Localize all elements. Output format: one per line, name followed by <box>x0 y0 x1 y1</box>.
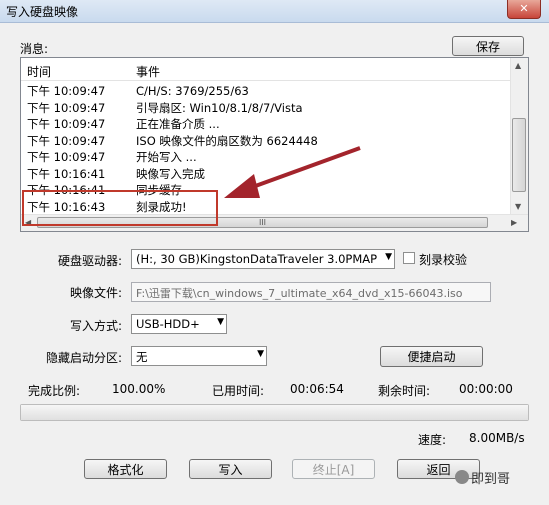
chevron-down-icon: ▼ <box>385 252 392 262</box>
watermark-text: 即到哥 <box>471 472 511 487</box>
drive-select[interactable]: (H:, 30 GB)KingstonDataTraveler 3.0PMAP … <box>131 249 395 269</box>
hidden-partition-label: 隐藏启动分区: <box>46 351 123 365</box>
remaining-label: 剩余时间: <box>378 384 431 398</box>
scroll-up-icon[interactable]: ▲ <box>515 61 521 70</box>
annotation-highlight-box <box>22 190 218 226</box>
scroll-right-icon[interactable]: ▶ <box>511 218 517 227</box>
write-button[interactable]: 写入 <box>189 459 272 479</box>
write-method-label: 写入方式: <box>70 319 123 333</box>
verify-checkbox[interactable] <box>403 252 415 264</box>
remaining-value: 00:00:00 <box>459 382 513 396</box>
chevron-down-icon: ▼ <box>217 317 224 327</box>
close-icon[interactable]: ✕ <box>507 0 541 19</box>
write-method-value: USB-HDD+ <box>136 317 200 331</box>
ratio-value: 100.00% <box>112 382 166 396</box>
chevron-down-icon: ▼ <box>257 349 264 359</box>
image-file-label: 映像文件: <box>70 286 123 300</box>
hidden-partition-select[interactable]: 无 ▼ <box>131 346 267 366</box>
progress-bar <box>20 404 529 421</box>
image-file-field[interactable]: F:\迅雷下载\cn_windows_7_ultimate_x64_dvd_x1… <box>131 282 491 302</box>
format-button[interactable]: 格式化 <box>84 459 167 479</box>
quick-boot-button[interactable]: 便捷启动 <box>380 346 483 367</box>
ratio-label: 完成比例: <box>28 384 81 398</box>
column-header-event: 事件 <box>136 65 161 79</box>
speed-label: 速度: <box>418 433 447 447</box>
window-title: 写入硬盘映像 <box>6 5 79 19</box>
annotation-arrow-icon <box>224 146 361 198</box>
verify-label: 刻录校验 <box>419 253 468 267</box>
log-row: 下午 10:09:47 引导扇区: Win10/8.1/8/7/Vista <box>27 100 303 115</box>
scroll-down-icon[interactable]: ▼ <box>515 202 521 211</box>
elapsed-value: 00:06:54 <box>290 382 344 396</box>
elapsed-label: 已用时间: <box>212 384 265 398</box>
vertical-scrollbar[interactable]: ▲ ▼ <box>510 58 528 215</box>
column-header-time: 时间 <box>27 65 52 79</box>
log-row: 下午 10:09:47 C/H/S: 3769/255/63 <box>27 84 249 98</box>
title-bar: 写入硬盘映像 ✕ <box>0 0 549 23</box>
speed-value: 8.00MB/s <box>469 431 525 445</box>
vertical-scroll-thumb[interactable] <box>512 118 526 192</box>
abort-button[interactable]: 终止[A] <box>292 459 375 479</box>
log-header: 时间 事件 <box>21 58 512 81</box>
drive-select-value: (H:, 30 GB)KingstonDataTraveler 3.0PMAP <box>136 252 378 266</box>
log-row: 下午 10:09:47 正在准备介质 ... <box>27 117 220 131</box>
drive-label: 硬盘驱动器: <box>58 254 123 268</box>
save-button[interactable]: 保存 <box>452 36 524 56</box>
progress-fill <box>21 405 528 420</box>
write-method-select[interactable]: USB-HDD+ ▼ <box>131 314 227 334</box>
log-label: 消息: <box>20 42 49 56</box>
hidden-partition-value: 无 <box>136 350 148 364</box>
wechat-icon <box>455 470 469 484</box>
